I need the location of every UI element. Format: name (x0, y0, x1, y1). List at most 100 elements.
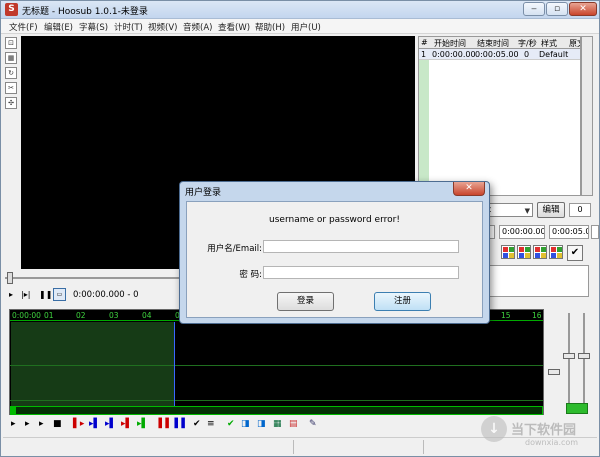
play-line-icon[interactable]: ▸▌ (137, 419, 148, 429)
menu-edit[interactable]: 编辑(E) (44, 21, 73, 33)
grid-scrollbar[interactable] (581, 36, 593, 196)
cut-tool-icon[interactable]: ✂ (5, 82, 17, 94)
site-watermark: ↓ 当下软件园 downxia.com (481, 416, 593, 450)
play-range-icon[interactable]: |▸| (21, 290, 30, 299)
color-swatch (551, 247, 556, 252)
goto-icon[interactable]: ≡ (207, 419, 215, 429)
timing-post-icon[interactable]: ✎ (309, 419, 317, 429)
dialog-title: 用户登录 (185, 188, 222, 198)
window-title: 无标题 - Hoosub 1.0.1-未登录 (22, 7, 148, 17)
lock-icon[interactable] (566, 403, 588, 414)
play-icon[interactable]: ▸ (9, 290, 13, 299)
stop-icon[interactable]: ■ (53, 419, 62, 429)
edit-button[interactable]: 编辑 (537, 202, 565, 218)
commit-timing-icon[interactable]: ✔ (193, 419, 201, 429)
menu-subtitle[interactable]: 字幕(S) (79, 21, 108, 33)
scale-slider-thumb[interactable] (578, 353, 590, 359)
close-button[interactable]: ✕ (569, 2, 597, 16)
ruler-tick: 04 (142, 311, 152, 320)
start-time-field[interactable]: 0:00:00.00 (499, 225, 545, 239)
play-begin-icon[interactable]: ▸▌ (89, 419, 100, 429)
register-button[interactable]: 注册 (374, 292, 431, 311)
color-swatch (557, 247, 562, 252)
watermark-text: 当下软件园 (511, 423, 577, 438)
timeline-playhead[interactable] (174, 322, 175, 412)
row-cps: 0 (524, 50, 530, 59)
minimize-button[interactable]: ‒ (523, 2, 545, 16)
col-num: # (421, 38, 428, 47)
layer-field[interactable]: 0 (569, 203, 591, 217)
color-3-button[interactable] (533, 245, 547, 259)
seek-thumb[interactable] (7, 272, 13, 284)
subtitle-text-editor[interactable] (485, 265, 589, 297)
duration-field[interactable] (591, 225, 599, 239)
snap-tool-icon[interactable]: ✣ (5, 97, 17, 109)
color-swatch (551, 253, 556, 258)
password-field[interactable] (263, 266, 459, 279)
ruler-tick: 16 (532, 311, 542, 320)
auto-scroll-icon[interactable]: ▭ (53, 288, 66, 301)
color-2-button[interactable] (517, 245, 531, 259)
auto-scroll-toggle-icon[interactable]: ◨ (241, 419, 250, 429)
player-time: 0:00:00.000 - 0 (73, 290, 139, 300)
status-divider (293, 440, 294, 454)
color-swatch (509, 253, 514, 258)
grid-tool-icon[interactable]: ▦ (5, 52, 17, 64)
color-swatch (519, 247, 524, 252)
app-window: S 无标题 - Hoosub 1.0.1-未登录 ‒ ▫ ✕ 文件(F) 编辑(… (0, 0, 600, 457)
menu-help[interactable]: 帮助(H) (255, 21, 285, 33)
end-marker-icon[interactable]: ▐▐ (171, 419, 185, 429)
select-tool-icon[interactable]: ⊡ (5, 37, 17, 49)
play-after-icon[interactable]: ▸▌ (121, 419, 132, 429)
col-style: 样式 (541, 39, 557, 48)
start-marker-icon[interactable]: ▐▐ (155, 419, 169, 429)
volume-slider-thumb[interactable] (548, 369, 560, 375)
spectrum-mode-icon[interactable]: ▦ (273, 419, 282, 429)
spectrum-icon[interactable]: ◨ (257, 419, 266, 429)
timeline-scroll-track (16, 407, 542, 414)
menu-audio[interactable]: 音频(A) (183, 21, 212, 33)
col-start: 开始时间 (434, 39, 466, 48)
auto-commit-icon[interactable]: ✔ (227, 419, 235, 429)
ruler-tick: 01 (44, 311, 54, 320)
maximize-button[interactable]: ▫ (546, 2, 568, 16)
menu-file[interactable]: 文件(F) (9, 21, 38, 33)
karaoke-icon[interactable]: ▤ (289, 419, 298, 429)
color-swatch (525, 253, 530, 258)
color-swatch (541, 247, 546, 252)
menu-timing[interactable]: 计时(T) (114, 21, 143, 33)
timeline-scrollbar[interactable] (10, 406, 543, 415)
col-cps: 字/秒 (518, 39, 537, 48)
color-swatch (509, 247, 514, 252)
subtitle-grid[interactable]: # 开始时间 结束时间 字/秒 样式 原文 1 0:00:00.00 0:00:… (418, 36, 581, 196)
col-end: 结束时间 (477, 39, 509, 48)
table-row[interactable]: 1 0:00:00.00 0:00:05.00 0 Default (419, 49, 580, 60)
pause-icon[interactable]: ❚❚ (39, 290, 52, 299)
color-swatch (535, 253, 540, 258)
zoom-slider-thumb[interactable] (563, 353, 575, 359)
login-dialog: 用户登录 ✕ username or password error! 用户名/E… (179, 181, 490, 324)
login-button[interactable]: 登录 (277, 292, 334, 311)
username-field[interactable] (263, 240, 459, 253)
play-all-icon[interactable]: ▸ (39, 419, 44, 429)
loop-tool-icon[interactable]: ↻ (5, 67, 17, 79)
end-time-field[interactable]: 0:00:05.00 (549, 225, 589, 239)
grid-gutter (419, 49, 429, 195)
app-logo-icon: S (5, 3, 18, 16)
play-next-icon[interactable]: ▸ (25, 419, 30, 429)
timeline-selection[interactable] (11, 322, 174, 410)
menu-user[interactable]: 用户(U) (291, 21, 321, 33)
dialog-close-button[interactable]: ✕ (453, 182, 485, 196)
col-text: 原文 (569, 39, 580, 48)
style-select[interactable]: t ▼ (485, 203, 533, 217)
menu-view[interactable]: 查看(W) (218, 21, 250, 33)
commit-icon[interactable]: ✔ (567, 245, 583, 261)
play-end-icon[interactable]: ▸▌ (105, 419, 116, 429)
play-before-icon[interactable]: ▌▸ (73, 419, 84, 429)
color-swatch (503, 253, 508, 258)
color-1-button[interactable] (501, 245, 515, 259)
color-4-button[interactable] (549, 245, 563, 259)
menu-video[interactable]: 视频(V) (148, 21, 177, 33)
play-prev-icon[interactable]: ▸ (11, 419, 16, 429)
audio-timeline[interactable]: 0:00:00 01 02 03 04 0 15 16 (9, 309, 544, 415)
